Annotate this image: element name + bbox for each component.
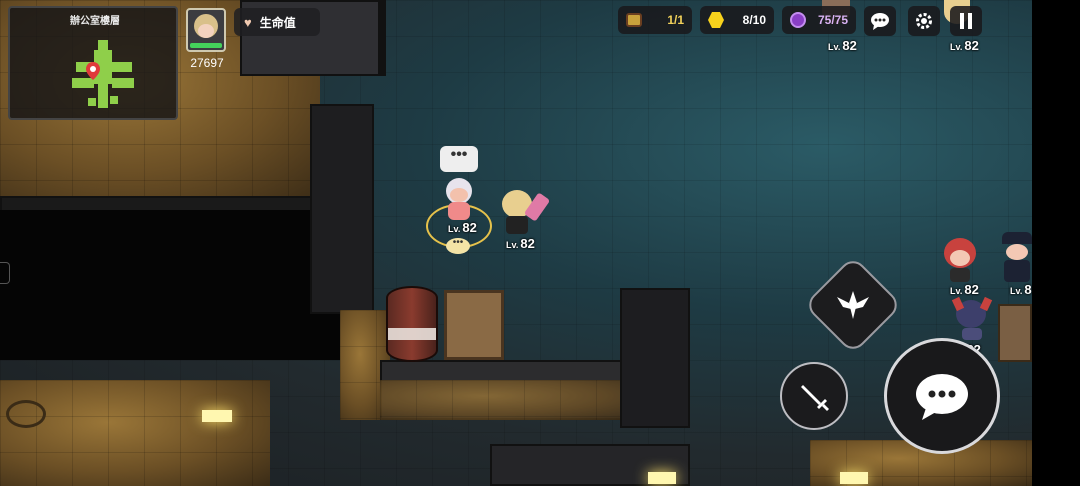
player-avatar[interactable] bbox=[186, 8, 226, 52]
map-pin-icon bbox=[86, 62, 100, 80]
office-floor-bottom-left bbox=[0, 380, 270, 486]
level-label-player: Lv. 82 bbox=[448, 220, 477, 235]
ally-character-blonde[interactable] bbox=[498, 190, 551, 236]
chain-skill-button[interactable] bbox=[803, 255, 903, 355]
pause-icon bbox=[960, 13, 972, 29]
level-label-officer: Lv. 8 bbox=[1010, 282, 1032, 297]
treasure-count: 1/1 bbox=[667, 13, 684, 27]
screen-letterbox-right bbox=[1032, 0, 1080, 486]
chat-bubble-icon bbox=[871, 13, 889, 30]
level-label-top-2: Lv. 82 bbox=[950, 38, 979, 53]
life-label: 生命值 bbox=[259, 15, 296, 30]
enemy-character-horned[interactable] bbox=[951, 296, 993, 342]
wooden-crate bbox=[444, 290, 504, 360]
right-wall-segment bbox=[620, 288, 690, 428]
treasure-chest-icon bbox=[626, 13, 642, 27]
dark-area-left bbox=[0, 210, 340, 360]
stamina-count: 75/75 bbox=[817, 13, 848, 27]
vent-fan bbox=[6, 400, 46, 428]
sword-icon bbox=[801, 385, 829, 411]
heart-icon: ♥ bbox=[244, 14, 252, 30]
side-panel-handle[interactable] bbox=[0, 262, 10, 284]
level-label-top-1: Lv. 82 bbox=[828, 38, 857, 53]
avatar-face bbox=[198, 24, 214, 38]
gold-counter[interactable]: 8/10 bbox=[700, 6, 774, 34]
gold-hexagon-icon bbox=[708, 12, 724, 28]
enemy-character-officer[interactable] bbox=[1000, 232, 1032, 284]
pause-button[interactable] bbox=[950, 6, 982, 36]
wall-light-strip bbox=[380, 380, 640, 420]
enemy-character-red-hair[interactable] bbox=[940, 238, 980, 284]
stamina-counter[interactable]: 75/75 bbox=[782, 6, 856, 34]
wall-top-room-right bbox=[380, 0, 386, 76]
game-scene[interactable]: ••• ••• Lv. 82 Lv. 82 Lv. 82 Lv. 82 Lv. … bbox=[0, 0, 1032, 486]
chat-button[interactable] bbox=[864, 6, 896, 36]
ceiling-light-3 bbox=[840, 472, 868, 484]
ceiling-light-1 bbox=[202, 410, 232, 422]
player-character[interactable] bbox=[440, 178, 478, 222]
level-label-red-hair: Lv. 82 bbox=[950, 282, 979, 297]
ceiling-light-2 bbox=[648, 472, 676, 484]
level-label-blonde: Lv. 82 bbox=[506, 236, 535, 251]
crate-right bbox=[998, 304, 1032, 362]
avatar-hp-bar bbox=[190, 43, 222, 48]
speech-bubble-action-icon bbox=[916, 374, 968, 420]
settings-button[interactable] bbox=[908, 6, 940, 36]
gear-icon bbox=[916, 13, 932, 29]
wing-emblem-icon bbox=[837, 291, 869, 319]
life-status-pill[interactable]: ♥ 生命值 bbox=[234, 8, 320, 36]
purple-stamina-icon bbox=[790, 12, 806, 28]
treasure-counter[interactable]: 1/1 bbox=[618, 6, 692, 34]
interact-talk-button[interactable] bbox=[884, 338, 1000, 454]
combat-power-value: 27697 bbox=[190, 56, 224, 70]
gold-count: 8/10 bbox=[742, 13, 766, 27]
pillar-wall bbox=[310, 104, 374, 314]
attack-button[interactable] bbox=[780, 362, 848, 430]
chat-dots-icon: ••• bbox=[446, 238, 470, 254]
barrel bbox=[386, 286, 438, 362]
minimap[interactable]: 辦公室樓層 bbox=[8, 6, 178, 120]
speech-bubble-icon: ••• bbox=[440, 146, 478, 172]
